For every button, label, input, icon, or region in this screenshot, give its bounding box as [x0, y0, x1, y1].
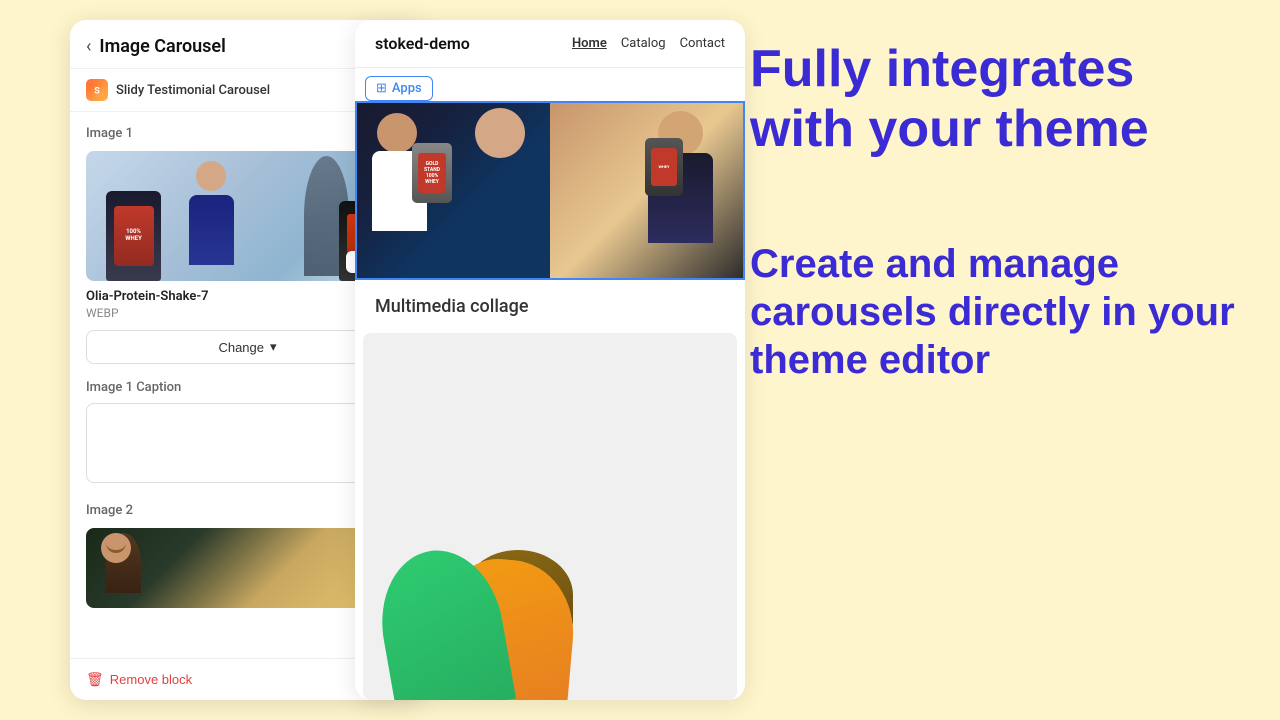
nav-contact[interactable]: Contact — [680, 36, 725, 51]
right-text-area: Fully integrates with your theme Create … — [750, 40, 1240, 384]
carousel-image-2: WHEY — [550, 103, 743, 278]
clothing-simulation — [363, 333, 737, 700]
preview-header: stoked-demo Home Catalog Contact — [355, 20, 745, 68]
chevron-down-icon: ▾ — [270, 339, 277, 355]
apps-grid-icon: ⊞ — [376, 81, 387, 96]
trash-icon: 🗑 — [86, 671, 104, 688]
preview-panel: stoked-demo Home Catalog Contact ⊞ Apps — [355, 20, 745, 700]
nav-home[interactable]: Home — [572, 36, 607, 51]
multimedia-label: Multimedia collage — [355, 280, 745, 333]
nav-catalog[interactable]: Catalog — [621, 36, 666, 51]
headline-text: Fully integrates with your theme — [750, 40, 1240, 160]
apps-badge[interactable]: ⊞ Apps — [365, 76, 433, 101]
panel-header-left: ‹ Image Carousel — [86, 36, 226, 57]
nav-links: Home Catalog Contact — [572, 36, 725, 51]
remove-block-label: Remove block — [110, 672, 192, 687]
remove-block-button[interactable]: 🗑 Remove block — [86, 671, 192, 688]
app-name: Slidy Testimonial Carousel — [116, 83, 270, 98]
svg-text:S: S — [94, 87, 100, 97]
store-name: stoked-demo — [375, 34, 470, 53]
carousel-area: GOLDSTAND100%WHEY WHEY — [355, 101, 745, 280]
apps-badge-label: Apps — [392, 81, 422, 96]
back-icon[interactable]: ‹ — [86, 36, 91, 57]
carousel-image-1: GOLDSTAND100%WHEY — [357, 103, 550, 278]
carousel-images: GOLDSTAND100%WHEY WHEY — [357, 103, 743, 278]
panel-title: Image Carousel — [99, 36, 225, 57]
change-button-label: Change — [218, 340, 264, 355]
bottom-preview — [363, 333, 737, 700]
app-icon: S — [86, 79, 108, 101]
subheadline-text: Create and manage carousels directly in … — [750, 240, 1240, 384]
